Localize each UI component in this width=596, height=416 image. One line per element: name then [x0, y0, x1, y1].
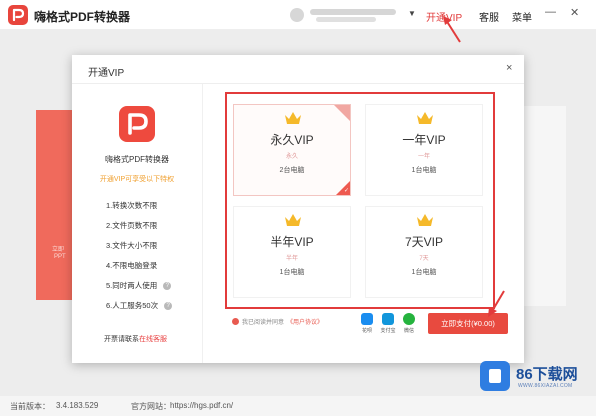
plan-name: 半年VIP — [270, 235, 314, 249]
divider — [202, 84, 203, 363]
customer-service-link[interactable]: 客服 — [479, 9, 499, 24]
website-label: 官方网站： — [131, 402, 171, 411]
app-logo — [8, 5, 28, 25]
plan-duration: 永久 — [285, 154, 298, 160]
watermark: 86下载网 WWW.86XIAZAI.COM — [480, 357, 590, 397]
plans-highlight-frame: 永久VIP 永久 2台电脑 ✓ 一年VIP 一年 1台电脑 半年VIP 半年 1… — [225, 92, 495, 309]
plan-devices: 1台电脑 — [279, 269, 305, 276]
plan-card-one-year[interactable]: 一年VIP 一年 1台电脑 — [365, 104, 483, 196]
background-banner-text: 立即 — [52, 247, 65, 253]
checkbox-icon[interactable] — [232, 318, 239, 325]
dialog-title: 开通VIP — [88, 68, 125, 79]
agreement-checkbox[interactable]: 我已阅读并同意 《用户协议》 — [232, 317, 323, 326]
minimize-icon[interactable]: — — [545, 6, 556, 18]
background-panel — [518, 106, 566, 306]
plan-name: 一年VIP — [402, 133, 446, 147]
crown-icon — [417, 112, 433, 124]
annotation-arrow-bottom — [488, 290, 505, 317]
plan-duration: 7天 — [419, 256, 429, 262]
plan-devices: 2台电脑 — [279, 167, 305, 174]
wechat-icon — [403, 313, 415, 325]
invoice-note: 开票请联系在线客服 — [104, 336, 167, 343]
title-bar: 嗨格式PDF转换器 ▼ 开通VIP 客服 菜单 — ✕ — [0, 0, 596, 30]
list-item: 4.不限电脑登录 — [106, 261, 158, 270]
huabei-icon — [361, 313, 373, 325]
watermark-subtitle: WWW.86XIAZAI.COM — [518, 383, 573, 389]
plan-card-permanent[interactable]: 永久VIP 永久 2台电脑 ✓ — [233, 104, 351, 196]
annotation-arrow-top — [443, 16, 461, 43]
list-item: 3.文件大小不限 — [106, 241, 158, 250]
website-link[interactable]: https://hgs.pdf.cn/ — [170, 401, 233, 410]
version-label: 当前版本： — [10, 402, 50, 411]
check-icon: ✓ — [343, 188, 349, 194]
plan-name: 永久VIP — [270, 133, 314, 147]
vip-benefits-panel: 嗨格式PDF转换器 开通VIP可享受以下特权 1.转换次数不限 2.文件页数不限… — [72, 84, 202, 363]
alipay-icon — [382, 313, 394, 325]
menu-link[interactable]: 菜单 — [512, 9, 532, 24]
close-icon[interactable]: ✕ — [570, 6, 579, 19]
chevron-down-icon[interactable]: ▼ — [408, 9, 416, 18]
crown-icon — [285, 112, 301, 124]
app-name: 嗨格式PDF转换器 — [105, 155, 169, 164]
payment-option-huabei[interactable]: 花呗 — [358, 313, 376, 334]
crown-icon — [285, 214, 301, 226]
version-value: 3.4.183.529 — [56, 401, 99, 410]
crown-icon — [417, 214, 433, 226]
benefits-slogan: 开通VIP可享受以下特权 — [99, 176, 175, 183]
online-service-link[interactable]: 在线客服 — [139, 336, 167, 343]
user-account[interactable] — [286, 5, 406, 25]
list-item: 5.同时两人使用? — [106, 276, 172, 296]
plan-devices: 1台电脑 — [411, 167, 437, 174]
plan-duration: 一年 — [417, 154, 430, 160]
watermark-title: 86下载网 — [516, 366, 578, 383]
plan-duration: 半年 — [285, 256, 298, 262]
help-icon[interactable]: ? — [163, 282, 172, 290]
payment-option-alipay[interactable]: 支付宝 — [379, 313, 397, 334]
list-item: 1.转换次数不限 — [106, 201, 158, 210]
user-agreement-link[interactable]: 《用户协议》 — [287, 317, 323, 326]
app-logo — [119, 106, 155, 142]
watermark-logo-icon — [480, 361, 510, 391]
user-name-blurred — [310, 9, 396, 15]
list-item: 6.人工服务50次? — [106, 296, 173, 316]
app-title: 嗨格式PDF转换器 — [34, 10, 131, 24]
user-info-blurred — [316, 17, 376, 22]
plan-name: 7天VIP — [404, 235, 444, 249]
benefits-list: 1.转换次数不限 2.文件页数不限 3.文件大小不限 4.不限电脑登录 5.同时… — [106, 196, 173, 316]
plan-devices: 1台电脑 — [411, 269, 437, 276]
vip-dialog: 开通VIP × 嗨格式PDF转换器 开通VIP可享受以下特权 1.转换次数不限 … — [72, 55, 524, 363]
recommend-ribbon — [334, 105, 350, 121]
plan-card-half-year[interactable]: 半年VIP 半年 1台电脑 — [233, 206, 351, 298]
plan-card-seven-day[interactable]: 7天VIP 7天 1台电脑 — [365, 206, 483, 298]
payment-option-wechat[interactable]: 微信 — [400, 313, 418, 334]
dialog-close-icon[interactable]: × — [506, 62, 512, 74]
help-icon[interactable]: ? — [164, 302, 173, 310]
background-banner-text: PPT — [54, 254, 66, 260]
list-item: 2.文件页数不限 — [106, 221, 158, 230]
avatar[interactable] — [290, 8, 304, 22]
status-bar: 当前版本： 3.4.183.529 官方网站： https://hgs.pdf.… — [0, 396, 596, 416]
